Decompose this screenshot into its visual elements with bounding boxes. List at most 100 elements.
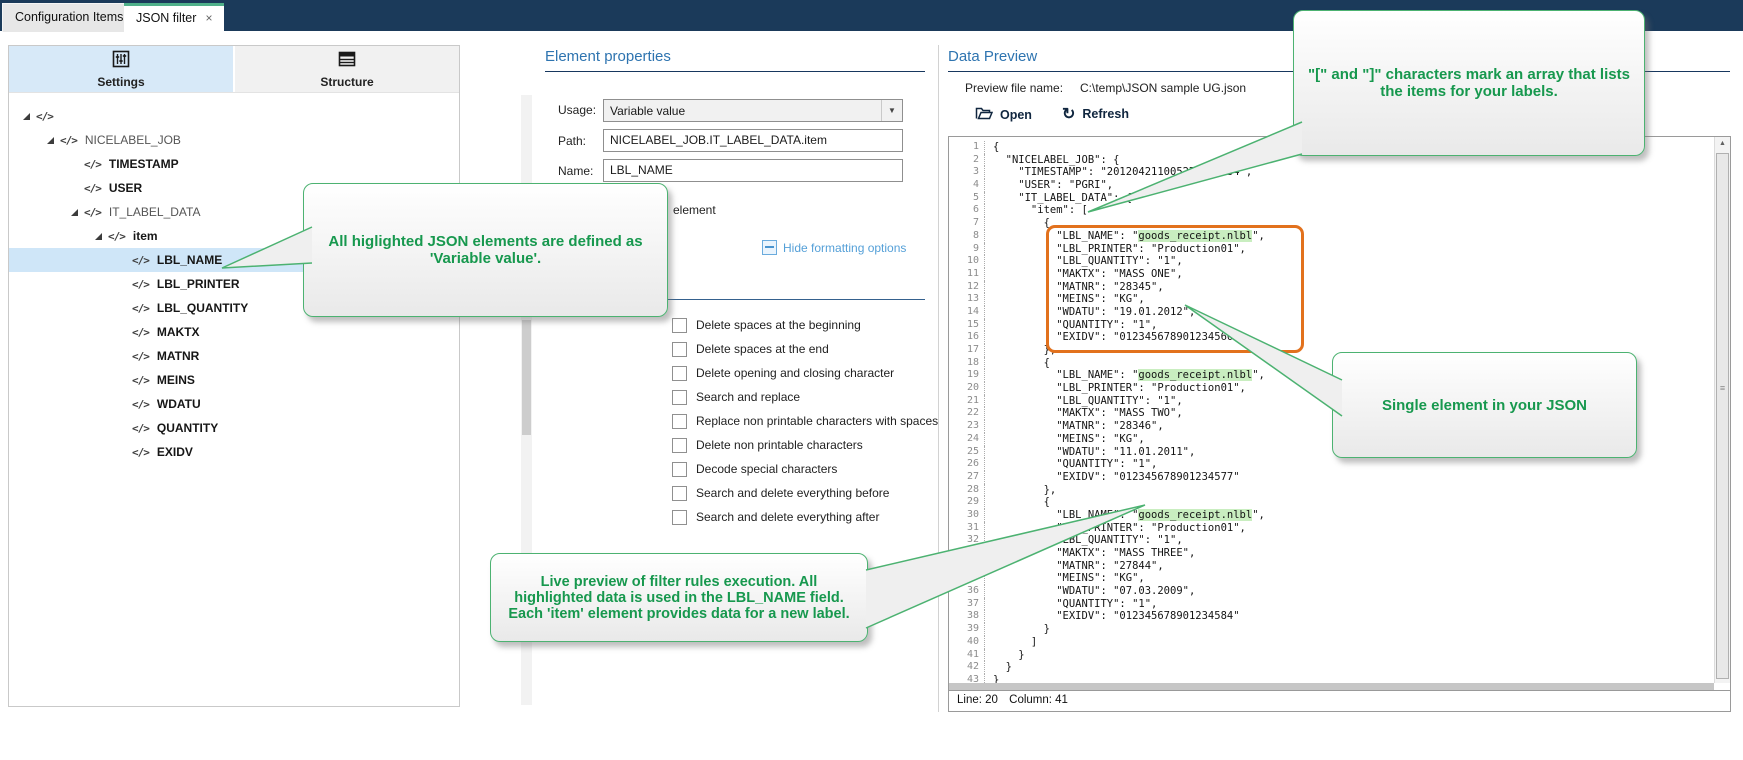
expander-icon[interactable]: [95, 233, 102, 240]
line-number: 29: [949, 496, 985, 509]
xml-element-icon: </>: [132, 422, 149, 435]
xml-element-icon: </>: [132, 398, 149, 411]
code-line: 31 "LBL_PRINTER": "Production01",: [949, 522, 1714, 535]
code-text: "QUANTITY": "1",: [985, 319, 1157, 332]
code-line: 6 "item": [: [949, 204, 1714, 217]
settings-sliders-icon: [112, 50, 130, 73]
tree-item-label: TIMESTAMP: [109, 157, 179, 171]
checkbox-label: Delete spaces at the beginning: [696, 318, 861, 332]
checkbox-label: Replace non printable characters with sp…: [696, 414, 938, 428]
code-line: 41 }: [949, 649, 1714, 662]
tree-item-MATNR[interactable]: </>MATNR: [9, 344, 459, 368]
line-number: 17: [949, 344, 985, 357]
open-button[interactable]: Open: [975, 106, 1032, 123]
code-text: ]: [985, 636, 1037, 649]
checkbox-unchecked[interactable]: [672, 414, 687, 429]
chevron-down-icon[interactable]: ▼: [881, 100, 902, 121]
structure-toggle-button[interactable]: Structure: [233, 46, 459, 92]
editor-scrollbar-thumb[interactable]: [1716, 153, 1729, 679]
code-line: 8 "LBL_NAME": "goods_receipt.nlbl",: [949, 230, 1714, 243]
tree-item-TIMESTAMP[interactable]: </>TIMESTAMP: [9, 152, 459, 176]
status-column: Column: 41: [1009, 694, 1068, 706]
checkbox-row[interactable]: Decode special characters: [672, 459, 837, 479]
expander-icon[interactable]: [23, 113, 30, 120]
code-text: {: [985, 357, 1050, 370]
usage-dropdown[interactable]: Variable value ▼: [603, 99, 903, 122]
tree-item-WDATU[interactable]: </> WDATU: [9, 392, 459, 416]
checkbox-row[interactable]: Search and delete everything before: [672, 483, 889, 503]
code-text: "QUANTITY": "1",: [985, 598, 1157, 611]
preview-file-name-label: Preview file name:: [965, 81, 1063, 95]
tree-item-QUANTITY[interactable]: </>QUANTITY: [9, 416, 459, 440]
checkbox-unchecked[interactable]: [672, 438, 687, 453]
code-line: 11 "MAKTX": "MASS ONE",: [949, 268, 1714, 281]
settings-toggle-button[interactable]: Settings: [9, 46, 233, 92]
checkbox-row[interactable]: Delete opening and closing character: [672, 363, 894, 383]
line-number: 38: [949, 610, 985, 623]
code-line: 14 "WDATU": "19.01.2012",: [949, 306, 1714, 319]
line-number: 33: [949, 547, 985, 560]
json-filter-window: Configuration Items JSON filter× Setting…: [0, 0, 1743, 760]
hide-formatting-options-link[interactable]: Hide formatting options: [762, 240, 906, 255]
name-field[interactable]: LBL_NAME: [603, 159, 903, 182]
settings-toggle-label: Settings: [97, 75, 144, 89]
checkbox-unchecked[interactable]: [672, 318, 687, 333]
tab-configuration-items-label: Configuration Items: [15, 10, 123, 24]
structure-toggle-label: Structure: [320, 75, 373, 89]
tree-item-MAKTX[interactable]: </>MAKTX: [9, 320, 459, 344]
code-line: 42 }: [949, 661, 1714, 674]
checkbox-row[interactable]: Replace non printable characters with sp…: [672, 411, 938, 431]
code-text: "TIMESTAMP": "20120421100527.788134",: [985, 166, 1252, 179]
path-field[interactable]: NICELABEL_JOB.IT_LABEL_DATA.item: [603, 129, 903, 152]
tree-item-label: LBL_PRINTER: [157, 277, 240, 291]
checkbox-unchecked[interactable]: [672, 366, 687, 381]
close-tab-icon[interactable]: ×: [205, 11, 212, 25]
tree-item-root[interactable]: </>: [9, 104, 459, 128]
line-number: 34: [949, 560, 985, 573]
editor-vertical-scrollbar[interactable]: ▲ ≡: [1714, 137, 1730, 683]
checkbox-unchecked[interactable]: [672, 510, 687, 525]
scroll-up-icon[interactable]: ▲: [1715, 140, 1730, 147]
checkbox-row[interactable]: Search and delete everything after: [672, 507, 879, 527]
checkbox-label: Search and replace: [696, 390, 800, 404]
code-line: 30 "LBL_NAME": "goods_receipt.nlbl",: [949, 509, 1714, 522]
checkbox-row[interactable]: Delete spaces at the beginning: [672, 315, 861, 335]
line-number: 12: [949, 281, 985, 294]
expander-icon[interactable]: [47, 137, 54, 144]
tab-json-filter[interactable]: JSON filter×: [124, 3, 224, 34]
checkbox-unchecked[interactable]: [672, 486, 687, 501]
tree-item-NICELABEL_JOB[interactable]: </>NICELABEL_JOB: [9, 128, 459, 152]
properties-scrollbar-thumb[interactable]: [522, 320, 531, 435]
code-text: "NICELABEL_JOB": {: [985, 154, 1119, 167]
code-line: 43}: [949, 674, 1714, 683]
checkbox-row[interactable]: Delete spaces at the end: [672, 339, 829, 359]
hide-formatting-options-label: Hide formatting options: [783, 241, 906, 255]
checkbox-unchecked[interactable]: [672, 462, 687, 477]
code-text: }: [985, 649, 1025, 662]
checkbox-unchecked[interactable]: [672, 342, 687, 357]
checkbox-row[interactable]: Search and replace: [672, 387, 800, 407]
refresh-button[interactable]: ↻ Refresh: [1062, 104, 1129, 124]
line-number: 9: [949, 243, 985, 256]
code-text: "MAKTX": "MASS TWO",: [985, 407, 1183, 420]
tree-item-label: NICELABEL_JOB: [85, 133, 181, 147]
tree-item-label: LBL_QUANTITY: [157, 301, 248, 315]
line-number: 27: [949, 471, 985, 484]
tree-item-MEINS[interactable]: </>MEINS: [9, 368, 459, 392]
tree-item-EXIDV[interactable]: </>EXIDV: [9, 440, 459, 464]
preview-file-name-value: C:\temp\JSON sample UG.json: [1080, 81, 1246, 95]
code-line: 16 "EXIDV": "012345678901234560",: [949, 331, 1714, 344]
code-text: "LBL_QUANTITY": "1",: [985, 534, 1183, 547]
xml-element-icon: </>: [132, 326, 149, 339]
code-text: "item": [: [985, 204, 1088, 217]
checkbox-unchecked[interactable]: [672, 390, 687, 405]
expander-icon[interactable]: [71, 209, 78, 216]
checkbox-row[interactable]: Delete non printable characters: [672, 435, 863, 455]
view-toggle: Settings Structure: [9, 46, 459, 93]
tree-item-label: WDATU: [157, 397, 201, 411]
code-line: 15 "QUANTITY": "1",: [949, 319, 1714, 332]
code-line: 12 "MATNR": "28345",: [949, 281, 1714, 294]
line-number: 21: [949, 395, 985, 408]
scrollbar-grip-icon: ≡: [1715, 384, 1730, 393]
tab-configuration-items[interactable]: Configuration Items: [2, 3, 136, 32]
